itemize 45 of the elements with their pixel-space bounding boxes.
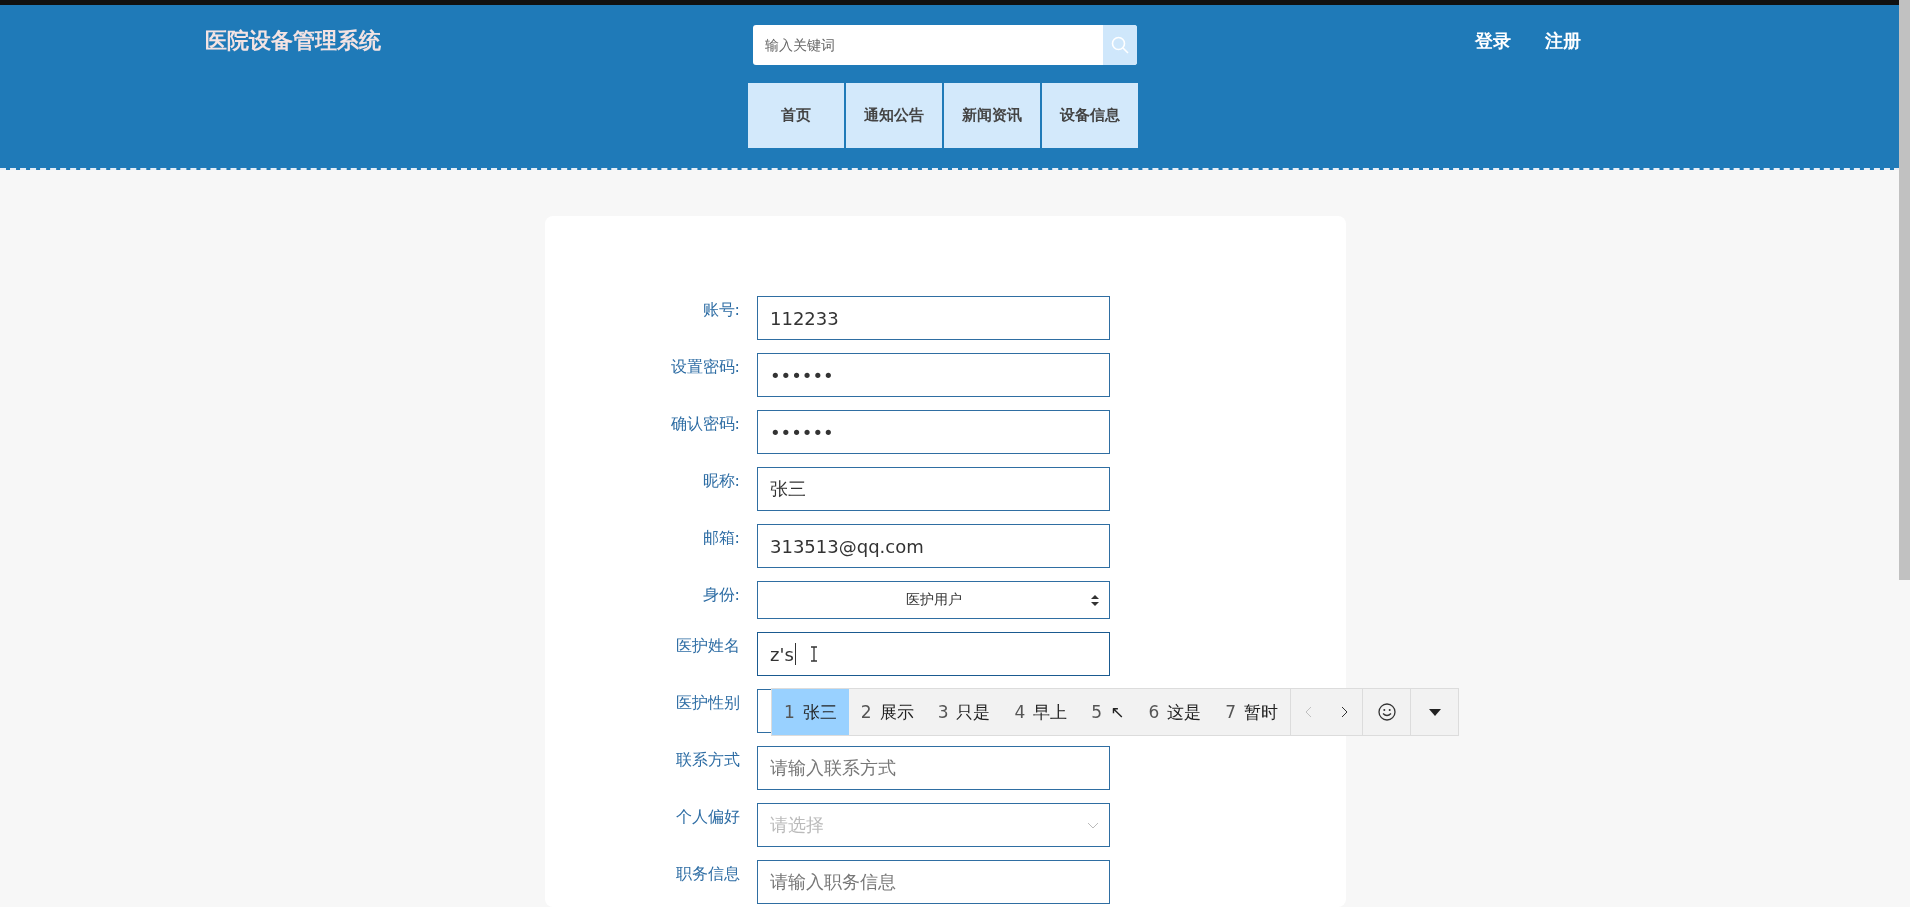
input-field[interactable]: 112233 (757, 296, 1110, 340)
candidate-item[interactable]: 3 只是 (925, 689, 1003, 735)
nav-tab[interactable]: 首页 (748, 83, 844, 148)
field-label: 职务信息 (676, 863, 740, 885)
candidate-item[interactable]: 5 ↖ (1079, 689, 1137, 735)
password-field[interactable]: •••••• (757, 410, 1110, 454)
field-label: 个人偏好 (676, 806, 740, 828)
field-label: 联系方式 (676, 749, 740, 771)
field-label: 身份: (702, 584, 740, 606)
field-label: 医护姓名 (676, 635, 740, 657)
password-field[interactable]: •••••• (757, 353, 1110, 397)
input-field[interactable]: 请输入联系方式 (757, 746, 1110, 790)
field-label: 账号: (702, 299, 740, 321)
input-field[interactable]: z's (757, 632, 1110, 676)
chevron-right-icon (1340, 706, 1348, 718)
nav-tab[interactable]: 通知公告 (846, 83, 942, 148)
field-label: 昵称: (702, 470, 740, 492)
field-label: 医护性别 (676, 692, 740, 714)
triangle-down-icon (1428, 708, 1441, 716)
candidate-item[interactable]: 1 张三 (772, 689, 849, 735)
select-field[interactable]: 医护用户 (757, 581, 1110, 619)
header-link[interactable]: 注册 (1545, 29, 1581, 53)
candidate-item[interactable]: 4 早上 (1002, 689, 1080, 735)
candidate-item[interactable]: 2 展示 (848, 689, 926, 735)
candidate-item[interactable]: 7 暂时 (1213, 689, 1291, 735)
sort-arrows-icon (1091, 594, 1099, 606)
field-label: 确认密码: (670, 413, 740, 435)
nav-tab[interactable]: 设备信息 (1042, 83, 1138, 148)
header-link[interactable]: 登录 (1475, 29, 1511, 53)
search-icon (1111, 36, 1129, 54)
candidate-item[interactable]: 6 这是 (1136, 689, 1214, 735)
nav-tab[interactable]: 新闻资讯 (944, 83, 1040, 148)
chevron-left-icon (1305, 706, 1313, 718)
field-label: 设置密码: (670, 356, 740, 378)
search-field[interactable]: 输入关键词 (753, 25, 1137, 65)
scrollbar[interactable] (1899, 0, 1910, 580)
search-button[interactable] (1103, 25, 1137, 65)
field-label: 邮箱: (702, 527, 740, 549)
input-field[interactable]: 请输入职务信息 (757, 860, 1110, 904)
site-title: 医院设备管理系统 (205, 27, 382, 55)
text-cursor-icon (809, 646, 818, 662)
chevron-down-icon (1087, 821, 1099, 829)
smiley-icon (1377, 703, 1396, 721)
input-field[interactable]: 张三 (757, 467, 1110, 511)
input-field[interactable]: 313513@qq.com (757, 524, 1110, 568)
